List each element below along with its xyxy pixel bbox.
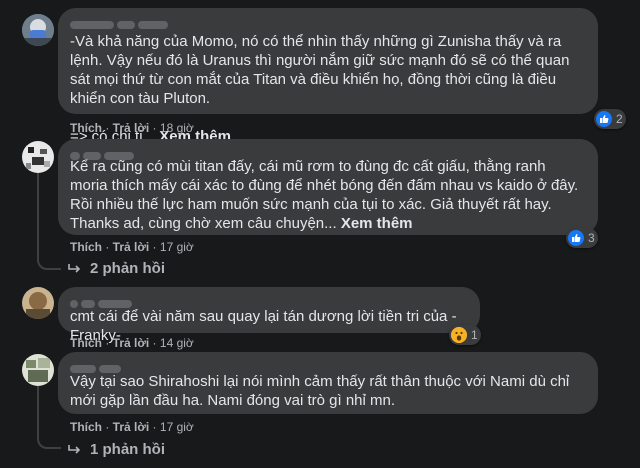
- comment-actions: Thích · Trả lời · 18 giờ: [70, 121, 194, 135]
- comment-bubble: Kể ra cũng có mùi titan đấy, cái mũ rơm …: [58, 139, 598, 235]
- reply-button[interactable]: Trả lời: [113, 240, 150, 254]
- thread-line: [37, 160, 39, 260]
- reaction-summary[interactable]: 2: [594, 109, 626, 129]
- like-button[interactable]: Thích: [70, 121, 102, 135]
- see-more-link[interactable]: Xem thêm: [341, 215, 413, 232]
- reply-button[interactable]: Trả lời: [113, 336, 150, 350]
- reaction-count: 2: [616, 112, 623, 126]
- comment-text: Kể ra cũng có mùi titan đấy, cái mũ rơm …: [70, 158, 583, 232]
- comment-actions: Thích · Trả lời · 17 giờ: [70, 240, 194, 254]
- thread-corner: [37, 435, 61, 449]
- replies-count-label: 1 phản hồi: [90, 441, 165, 458]
- comment-bubble: Vậy tại sao Shirahoshi lại nói mình cảm …: [58, 352, 598, 414]
- like-icon: [596, 111, 612, 127]
- view-replies-link[interactable]: 1 phản hồi: [68, 441, 165, 458]
- like-icon: [568, 230, 584, 246]
- reply-button[interactable]: Trả lời: [113, 420, 150, 434]
- timestamp[interactable]: 17 giờ: [160, 420, 194, 434]
- comment-text: Vậy tại sao Shirahoshi lại nói mình cảm …: [70, 373, 574, 409]
- thread-corner: [37, 256, 61, 270]
- reaction-summary[interactable]: 3: [566, 228, 598, 248]
- comment-actions: Thích · Trả lời · 17 giờ: [70, 420, 194, 434]
- reply-arrow-icon: [68, 263, 81, 273]
- like-button[interactable]: Thích: [70, 420, 102, 434]
- reaction-count: 3: [588, 231, 595, 245]
- author-name-blurred[interactable]: [70, 295, 468, 308]
- comment-bubble: cmt cái để vài năm sau quay lại tán dươn…: [58, 287, 480, 344]
- reply-arrow-icon: [68, 444, 81, 454]
- avatar[interactable]: [22, 141, 54, 173]
- replies-count-label: 2 phản hồi: [90, 260, 165, 277]
- thread-line: [37, 378, 39, 438]
- author-name-blurred[interactable]: [70, 147, 586, 160]
- avatar[interactable]: [22, 354, 54, 386]
- avatar[interactable]: [22, 287, 54, 319]
- timestamp[interactable]: 18 giờ: [160, 121, 194, 135]
- avatar[interactable]: [22, 14, 54, 46]
- timestamp[interactable]: 17 giờ: [160, 240, 194, 254]
- timestamp[interactable]: 14 giờ: [160, 336, 194, 350]
- like-button[interactable]: Thích: [70, 240, 102, 254]
- author-name-blurred[interactable]: [70, 16, 586, 30]
- like-button[interactable]: Thích: [70, 336, 102, 350]
- reply-button[interactable]: Trả lời: [113, 121, 150, 135]
- haha-icon: [451, 327, 467, 343]
- reaction-summary[interactable]: 1: [449, 325, 481, 345]
- author-name-blurred[interactable]: [70, 360, 586, 373]
- reaction-count: 1: [471, 328, 478, 342]
- comment-bubble: -Và khả năng của Momo, nó có thể nhìn th…: [58, 8, 598, 145]
- view-replies-link[interactable]: 2 phản hồi: [68, 260, 165, 277]
- comment-actions: Thích · Trả lời · 14 giờ: [70, 336, 194, 350]
